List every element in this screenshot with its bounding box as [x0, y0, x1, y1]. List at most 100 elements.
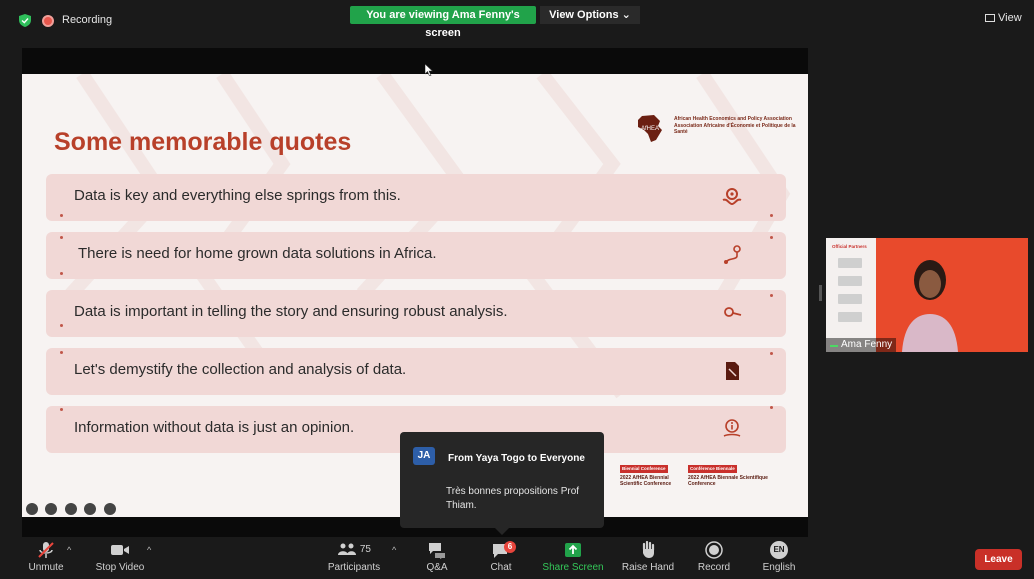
view-options-button[interactable]: View Options ⌄: [540, 6, 640, 24]
grid-icon: [985, 14, 995, 22]
key-icon: [724, 307, 742, 317]
audio-options-chevron-icon[interactable]: ^: [67, 545, 71, 555]
participants-options-chevron-icon[interactable]: ^: [392, 545, 396, 555]
chat-message: Très bonnes propositions Prof Thiam.: [446, 486, 580, 511]
conference-en-tag: Biennial Conference: [620, 465, 668, 473]
decor-dot: [770, 352, 773, 355]
decor-dot: [60, 272, 63, 275]
globe-language-icon: EN: [770, 541, 788, 559]
chat-label: Chat: [490, 562, 512, 573]
decor-dot: [60, 408, 63, 411]
afhea-logo: AfHEA: [638, 115, 662, 142]
org-name: African Health Economics and Policy Asso…: [674, 116, 796, 135]
qa-icon: [429, 543, 445, 559]
record-icon: [705, 541, 723, 559]
share-screen-icon: [565, 543, 581, 557]
recording-label: Recording: [62, 14, 113, 26]
unmute-label: Unmute: [28, 562, 64, 573]
decor-dot: [60, 236, 63, 239]
chat-sender: From Yaya Togo to Everyone: [448, 453, 585, 464]
panel-resize-handle[interactable]: [819, 285, 822, 301]
chat-notification[interactable]: JA From Yaya Togo to Everyone Très bonne…: [400, 432, 604, 535]
participants-label: Participants: [327, 562, 381, 573]
slide-title: Some memorable quotes: [54, 128, 352, 156]
video-options-chevron-icon[interactable]: ^: [147, 545, 151, 555]
conference-en-text: 2022 AfHEA Biennial Scientific Conferenc…: [620, 475, 672, 487]
decor-dot: [770, 214, 773, 217]
stop-video-label: Stop Video: [95, 562, 145, 573]
share-screen-button[interactable]: Share Screen: [542, 541, 604, 573]
people-icon: [338, 543, 357, 556]
decor-dot: [770, 236, 773, 239]
partner-logo: [838, 276, 862, 286]
pointer-icon[interactable]: [45, 502, 58, 515]
participant-count: 75: [359, 544, 371, 555]
signal-icon: [830, 339, 838, 347]
qa-button[interactable]: Q&A: [420, 541, 454, 573]
more-icon[interactable]: [84, 502, 97, 515]
leave-button[interactable]: Leave: [975, 549, 1022, 570]
decor-dot: [770, 294, 773, 297]
shield-icon[interactable]: [19, 14, 31, 27]
conference-fr-text: 2022 AfHEA Biennale Scientifique Confere…: [688, 475, 768, 487]
language-button[interactable]: EN English: [759, 541, 799, 573]
next-slide-icon[interactable]: [103, 502, 116, 515]
share-screen-label: Share Screen: [542, 562, 604, 573]
microphone-muted-icon: [38, 542, 54, 558]
hand-gear-icon: [722, 188, 742, 206]
quote-band-1: Data is key and everything else springs …: [46, 174, 786, 221]
slide-controls: [26, 500, 119, 515]
record-button[interactable]: Record: [696, 541, 732, 573]
document-icon: [726, 362, 739, 380]
recording-icon: [42, 15, 54, 27]
viewing-banner: You are viewing Ama Fenny's screen: [350, 6, 536, 39]
quote-text: There is need for home grown data soluti…: [78, 245, 437, 262]
video-camera-icon: [111, 545, 129, 555]
view-button[interactable]: View: [985, 12, 1022, 24]
record-label: Record: [697, 562, 731, 573]
decor-dot: [60, 324, 63, 327]
top-bar: Recording You are viewing Ama Fenny's sc…: [0, 0, 1034, 44]
partner-label: Official Partners: [832, 244, 867, 249]
conference-fr-logo: Conférence Biennale 2022 AfHEA Biennale …: [688, 465, 768, 487]
decor-dot: [60, 351, 63, 354]
participants-button[interactable]: 75 Participants: [326, 541, 382, 573]
participant-name: Ama Fenny: [841, 339, 893, 350]
quote-text: Data is key and everything else springs …: [74, 187, 401, 204]
prev-slide-icon[interactable]: [26, 502, 38, 515]
avatar: JA: [413, 447, 435, 465]
quote-band-2: There is need for home grown data soluti…: [46, 232, 786, 279]
qa-label: Q&A: [426, 562, 448, 573]
mouse-cursor-icon: [425, 64, 433, 76]
quote-band-4: Let's demystify the collection and analy…: [46, 348, 786, 395]
quote-text: Data is important in telling the story a…: [74, 303, 508, 320]
zoom-meeting-window: Recording You are viewing Ama Fenny's sc…: [0, 0, 1034, 579]
participant-video: [902, 260, 958, 352]
quote-band-3: Data is important in telling the story a…: [46, 290, 786, 337]
quote-text: Information without data is just an opin…: [74, 419, 355, 436]
hand-icon: [642, 541, 655, 558]
unmute-button[interactable]: Unmute: [20, 541, 72, 573]
english-label: English: [762, 562, 796, 573]
decor-dot: [60, 214, 63, 217]
route-icon: [724, 245, 741, 264]
logo-text: AfHEA: [641, 126, 659, 132]
stop-video-button[interactable]: Stop Video: [92, 541, 148, 573]
conference-en-logo: Biennial Conference 2022 AfHEA Biennial …: [620, 465, 682, 487]
quote-text: Let's demystify the collection and analy…: [74, 361, 407, 378]
participants-icon: 75: [326, 541, 382, 559]
partner-logo: [838, 294, 862, 304]
participant-video-tile[interactable]: Official Partners Ama Fenny: [826, 238, 1028, 352]
partner-logo: [838, 312, 862, 322]
shared-screen-margin-top: [22, 48, 808, 74]
partner-panel: Official Partners: [826, 238, 876, 352]
view-label: View: [998, 12, 1022, 24]
decor-dot: [770, 406, 773, 409]
raise-hand-button[interactable]: Raise Hand: [620, 541, 676, 573]
partner-logo: [838, 258, 862, 268]
conference-fr-tag: Conférence Biennale: [688, 465, 737, 473]
captions-icon[interactable]: [64, 502, 77, 515]
raise-hand-label: Raise Hand: [621, 562, 675, 573]
participant-name-bar: Ama Fenny: [826, 338, 897, 352]
meeting-toolbar: Unmute ^ Stop Video ^ 75 Participants ^: [0, 537, 1034, 579]
